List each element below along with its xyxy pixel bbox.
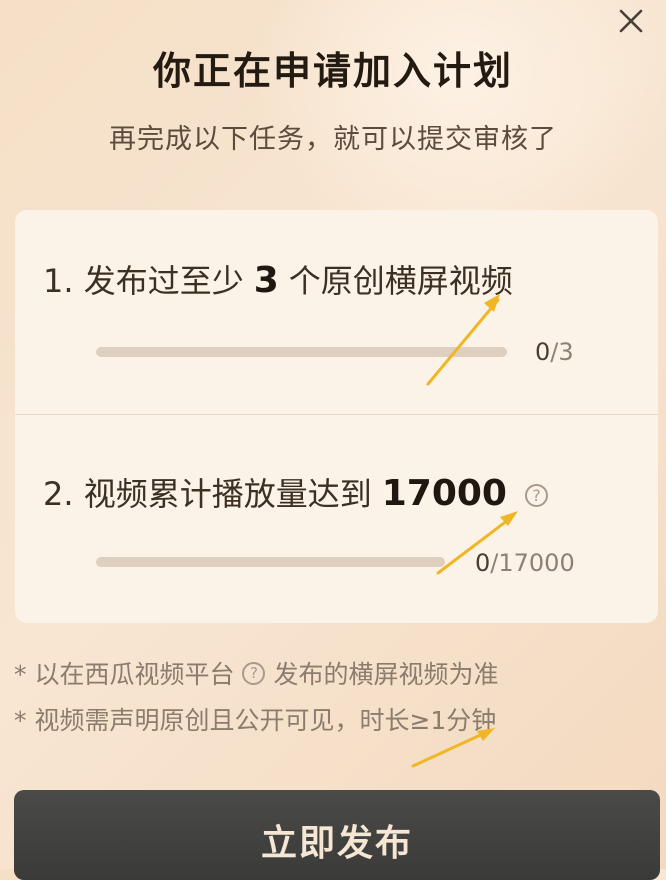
task-1-progress-text: 0/3 xyxy=(535,338,574,366)
task-1-text: 1. 发布过至少 3 个原创横屏视频 xyxy=(43,256,513,302)
task-1-suffix: 个原创横屏视频 xyxy=(288,262,513,300)
task-1-number: 3 xyxy=(253,260,279,301)
task-1-progress-total: /3 xyxy=(550,338,574,366)
task-2-progress-total: /17000 xyxy=(490,549,575,577)
close-icon xyxy=(619,9,643,33)
task-item-1: 1. 发布过至少 3 个原创横屏视频 0/3 xyxy=(15,210,658,414)
task-2-progress-bar xyxy=(96,557,445,567)
task-1-progress-bar xyxy=(96,347,507,357)
task-item-2: 2. 视频累计播放量达到 17000 ? 0/17000 xyxy=(15,415,658,623)
task-2-progress-text: 0/17000 xyxy=(475,549,575,577)
task-2-text: 2. 视频累计播放量达到 17000 ? xyxy=(43,469,548,515)
dialog-title: 你正在申请加入计划 xyxy=(152,49,513,93)
note-1-after: 发布的横屏视频为准 xyxy=(273,660,499,689)
task-card: 1. 发布过至少 3 个原创横屏视频 0/3 2. 视频累计播放量达到 1700… xyxy=(15,210,658,623)
task-2-number: 17000 xyxy=(381,473,507,514)
platform-help-icon[interactable]: ? xyxy=(242,661,266,685)
task-1-prefix: 1. 发布过至少 xyxy=(43,262,244,300)
publish-now-button[interactable]: 立即发布 xyxy=(14,790,660,880)
note-1-before: * 以在西瓜视频平台 xyxy=(14,660,235,689)
dialog-subtitle: 再完成以下任务，就可以提交审核了 xyxy=(109,124,557,155)
note-platform: * 以在西瓜视频平台 ? 发布的横屏视频为准 xyxy=(14,655,498,691)
task-1-progress-current: 0 xyxy=(535,338,551,366)
task-2-prefix: 2. 视频累计播放量达到 xyxy=(43,475,372,513)
task-2-progress-current: 0 xyxy=(475,549,491,577)
note-requirement: * 视频需声明原创且公开可见，时长≥1分钟 xyxy=(14,706,497,735)
help-icon[interactable]: ? xyxy=(524,484,548,507)
close-button[interactable] xyxy=(614,4,648,38)
